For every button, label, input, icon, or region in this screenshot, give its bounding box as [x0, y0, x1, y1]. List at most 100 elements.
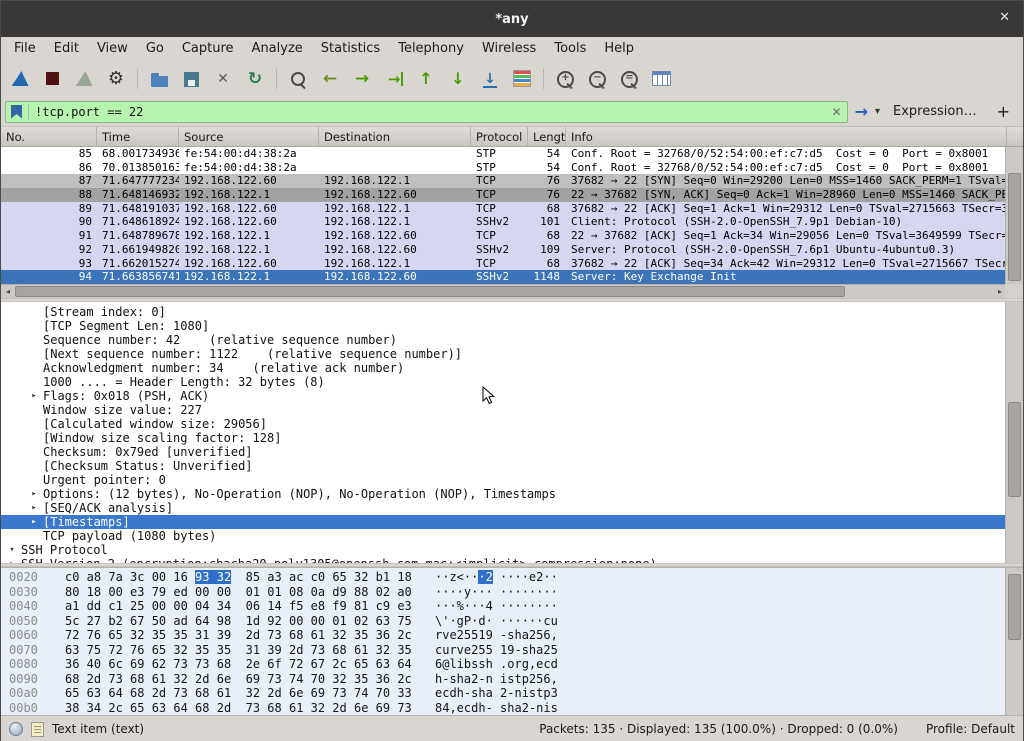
apply-filter-button[interactable]: →	[853, 102, 870, 121]
clear-filter-icon[interactable]: ✕	[832, 105, 842, 119]
toolbar-zoom-in-button[interactable]	[550, 64, 580, 94]
expander-icon[interactable]: ▾	[5, 543, 19, 557]
toolbar-save-file-button[interactable]	[176, 64, 206, 94]
menu-edit[interactable]: Edit	[45, 39, 88, 58]
expander-icon[interactable]: ▸	[5, 557, 19, 563]
packet-row[interactable]: 9071.648618924192.168.122.60192.168.122.…	[1, 215, 1007, 229]
column-header-length[interactable]: Length	[528, 127, 566, 146]
expression-button[interactable]: Expression…	[885, 104, 985, 119]
hex-row[interactable]: 007063 75 72 76 65 32 35 35 31 39 2d 73 …	[1, 643, 1023, 658]
column-header-source[interactable]: Source	[179, 127, 319, 146]
detail-line[interactable]: [TCP Segment Len: 1080]	[1, 319, 1023, 333]
toolbar-start-capture-button[interactable]	[5, 64, 35, 94]
hex-row[interactable]: 00b038 34 2c 65 63 64 68 2d 73 68 61 32 …	[1, 701, 1023, 716]
detail-line[interactable]: Sequence number: 42 (relative sequence n…	[1, 333, 1023, 347]
packet-list-vscrollbar[interactable]	[1005, 147, 1023, 284]
detail-line[interactable]: [Stream index: 0]	[1, 305, 1023, 319]
hex-row[interactable]: 0020c0 a8 7a 3c 00 16 93 32 85 a3 ac c0 …	[1, 570, 1023, 585]
detail-line[interactable]: [Checksum Status: Unverified]	[1, 459, 1023, 473]
toolbar-capture-options-button[interactable]	[101, 64, 131, 94]
packet-list-hscroll-thumb[interactable]	[15, 286, 845, 297]
detail-line[interactable]: Window size value: 227	[1, 403, 1023, 417]
detail-line[interactable]: TCP payload (1080 bytes)	[1, 529, 1023, 543]
filter-dropdown-caret[interactable]: ▾	[875, 106, 880, 117]
toolbar-go-last-button[interactable]	[443, 64, 473, 94]
hscroll-left-arrow-icon[interactable]: ◂	[1, 285, 15, 298]
display-filter-input[interactable]: !tcp.port == 22	[35, 105, 826, 119]
detail-line[interactable]: ▸[SEQ/ACK analysis]	[1, 501, 1023, 515]
toolbar-go-first-button[interactable]	[411, 64, 441, 94]
menu-help[interactable]: Help	[595, 39, 643, 58]
detail-line[interactable]: [Window size scaling factor: 128]	[1, 431, 1023, 445]
display-filter-field[interactable]: !tcp.port == 22 ✕	[5, 101, 848, 123]
add-filter-button[interactable]: +	[990, 102, 1017, 121]
hex-row[interactable]: 00a065 63 64 68 2d 73 68 61 32 2d 6e 69 …	[1, 686, 1023, 701]
packet-row[interactable]: 8971.648191037192.168.122.60192.168.122.…	[1, 202, 1007, 216]
toolbar-find-packet-button[interactable]	[283, 64, 313, 94]
packet-list-vscroll-thumb[interactable]	[1008, 173, 1021, 281]
hex-row[interactable]: 0040a1 dd c1 25 00 00 04 34 06 14 f5 e8 …	[1, 599, 1023, 614]
menu-capture[interactable]: Capture	[173, 39, 243, 58]
detail-line[interactable]: Checksum: 0x79ed [unverified]	[1, 445, 1023, 459]
capture-comment-icon[interactable]	[31, 722, 44, 737]
toolbar-restart-capture-button[interactable]	[69, 64, 99, 94]
packet-row[interactable]: 9471.663856741192.168.122.1192.168.122.6…	[1, 270, 1007, 284]
packet-row[interactable]: 8871.648146932192.168.122.1192.168.122.6…	[1, 188, 1007, 202]
detail-line[interactable]: 1000 .... = Header Length: 32 bytes (8)	[1, 375, 1023, 389]
toolbar-stop-capture-button[interactable]	[37, 64, 67, 94]
hex-vscrollbar[interactable]	[1005, 568, 1023, 715]
menu-tools[interactable]: Tools	[545, 39, 595, 58]
expander-icon[interactable]: ▸	[27, 487, 41, 501]
toolbar-go-back-button[interactable]	[315, 64, 345, 94]
status-profile[interactable]: Profile: Default	[926, 722, 1015, 736]
packet-row[interactable]: 8771.647777234192.168.122.60192.168.122.…	[1, 174, 1007, 188]
expander-icon[interactable]: ▸	[27, 515, 41, 529]
close-button[interactable]: ✕	[999, 11, 1010, 24]
menu-analyze[interactable]: Analyze	[243, 39, 312, 58]
hex-row[interactable]: 009068 2d 73 68 61 32 2d 6e 69 73 74 70 …	[1, 672, 1023, 687]
detail-line[interactable]: Acknowledgment number: 34 (relative ack …	[1, 361, 1023, 375]
expert-info-icon[interactable]	[9, 722, 23, 736]
toolbar-close-file-button[interactable]	[208, 64, 238, 94]
column-header-time[interactable]: Time	[97, 127, 179, 146]
bookmark-icon[interactable]	[11, 105, 22, 119]
hex-row[interactable]: 008036 40 6c 69 62 73 73 68 2e 6f 72 67 …	[1, 657, 1023, 672]
menu-go[interactable]: Go	[137, 39, 173, 58]
menu-telephony[interactable]: Telephony	[389, 39, 473, 58]
hex-row[interactable]: 003080 18 00 e3 79 ed 00 00 01 01 08 0a …	[1, 585, 1023, 600]
packet-row[interactable]: 9171.648789678192.168.122.1192.168.122.6…	[1, 229, 1007, 243]
hex-row[interactable]: 006072 76 65 32 35 35 31 39 2d 73 68 61 …	[1, 628, 1023, 643]
toolbar-open-file-button[interactable]	[144, 64, 174, 94]
packet-row[interactable]: 9271.661949820192.168.122.1192.168.122.6…	[1, 243, 1007, 257]
column-header-no[interactable]: No.	[1, 127, 97, 146]
toolbar-go-forward-button[interactable]	[347, 64, 377, 94]
menu-statistics[interactable]: Statistics	[312, 39, 389, 58]
detail-line[interactable]: ▸Flags: 0x018 (PSH, ACK)	[1, 389, 1023, 403]
menu-view[interactable]: View	[88, 39, 137, 58]
toolbar-reload-button[interactable]	[240, 64, 270, 94]
packet-list-hscrollbar[interactable]: ◂ ▸	[1, 284, 1007, 298]
column-header-protocol[interactable]: Protocol	[471, 127, 528, 146]
details-vscroll-thumb[interactable]	[1008, 402, 1021, 497]
detail-line[interactable]: ▸[Timestamps]	[1, 515, 1023, 529]
toolbar-zoom-reset-button[interactable]	[614, 64, 644, 94]
packet-row[interactable]: 8670.013850163fe:54:00:d4:38:2aSTP54Conf…	[1, 161, 1007, 175]
detail-line[interactable]: ▸SSH Version 2 (encryption:chacha20-poly…	[1, 557, 1023, 563]
toolbar-auto-scroll-button[interactable]	[475, 64, 505, 94]
column-header-destination[interactable]: Destination	[319, 127, 471, 146]
toolbar-zoom-out-button[interactable]	[582, 64, 612, 94]
detail-line[interactable]: [Next sequence number: 1122 (relative se…	[1, 347, 1023, 361]
detail-line[interactable]: [Calculated window size: 29056]	[1, 417, 1023, 431]
toolbar-colorize-button[interactable]	[507, 64, 537, 94]
packet-row[interactable]: 9371.662015274192.168.122.60192.168.122.…	[1, 257, 1007, 271]
detail-line[interactable]: ▸Options: (12 bytes), No-Operation (NOP)…	[1, 487, 1023, 501]
menu-file[interactable]: File	[5, 39, 45, 58]
toolbar-go-to-packet-button[interactable]	[379, 64, 409, 94]
expander-icon[interactable]: ▸	[27, 389, 41, 403]
expander-icon[interactable]: ▸	[27, 501, 41, 515]
packet-row[interactable]: 8568.001734936fe:54:00:d4:38:2aSTP54Conf…	[1, 147, 1007, 161]
details-vscrollbar[interactable]	[1005, 302, 1023, 563]
detail-line[interactable]: ▾SSH Protocol	[1, 543, 1023, 557]
detail-line[interactable]: Urgent pointer: 0	[1, 473, 1023, 487]
menu-wireless[interactable]: Wireless	[473, 39, 545, 58]
